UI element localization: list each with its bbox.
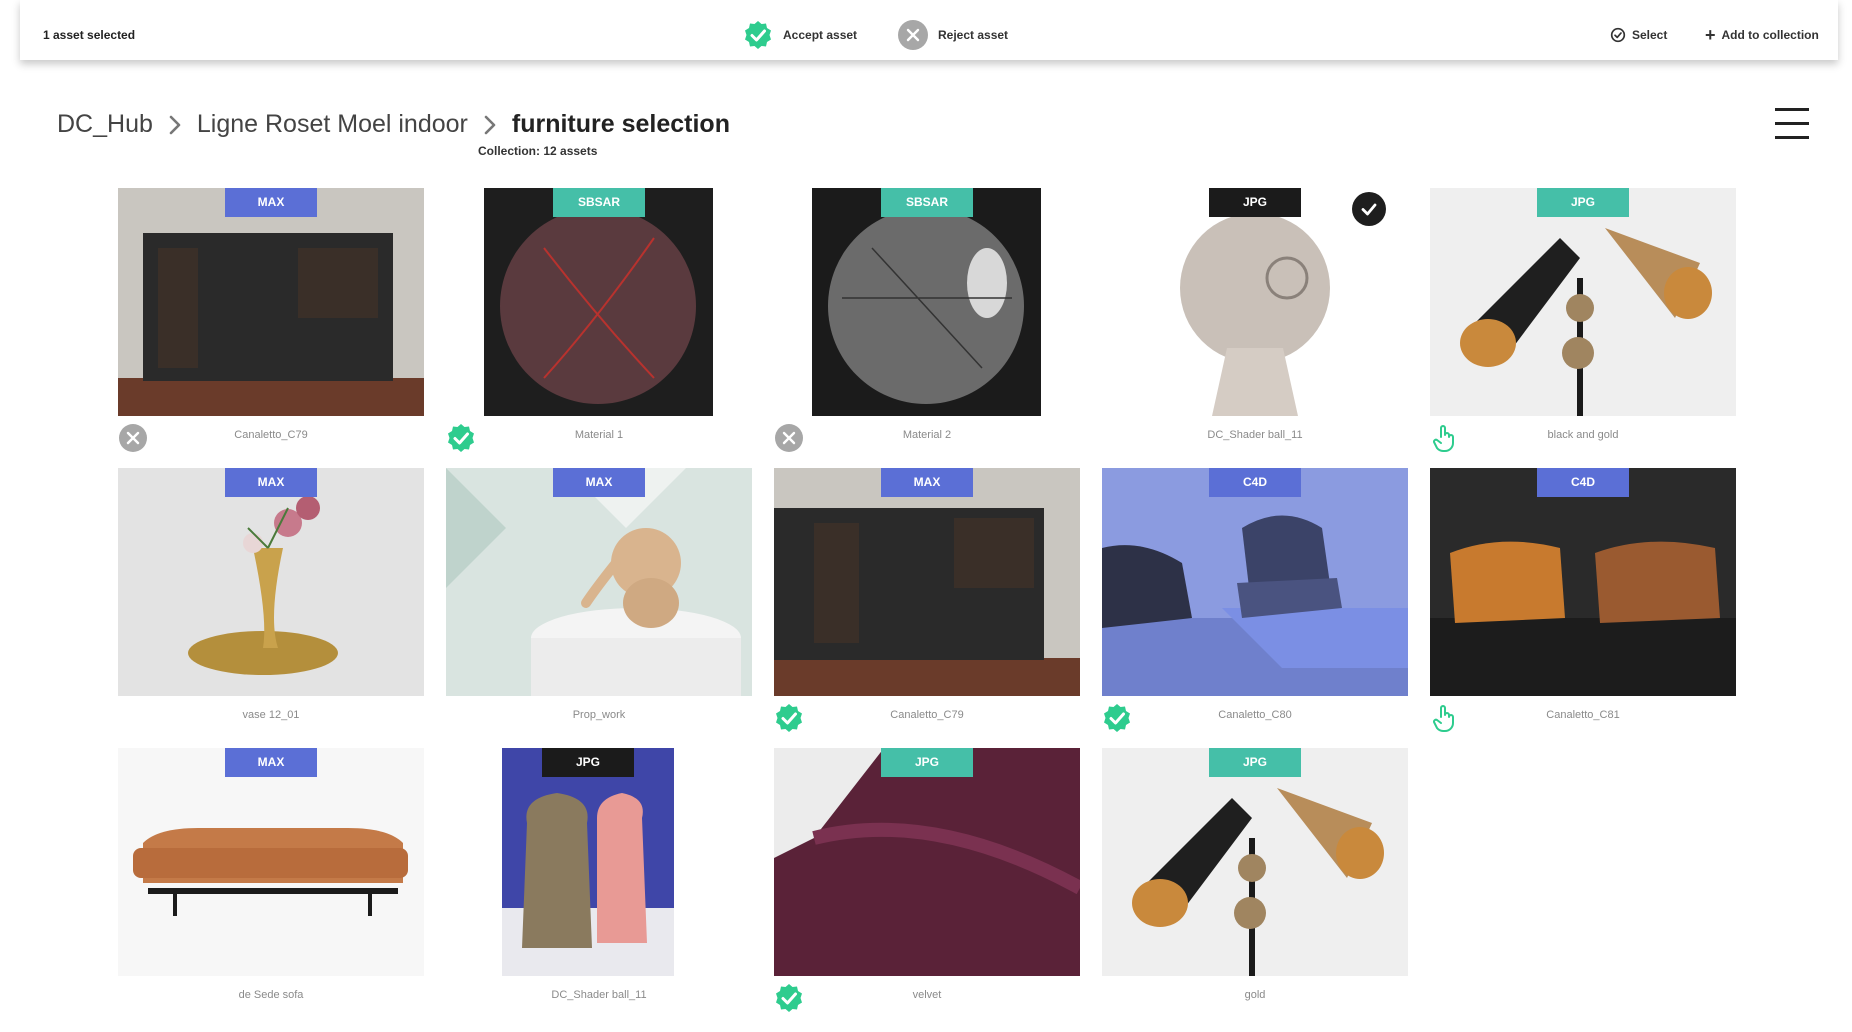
asset-card[interactable]: MAX Canaletto_C79 (118, 188, 424, 452)
asset-card[interactable]: JPG DC_Shader ball_11 (1102, 188, 1408, 446)
asset-card[interactable]: JPG DC_Shader ball_11 (446, 748, 752, 1006)
reject-asset-label: Reject asset (938, 28, 1009, 42)
asset-name: Material 2 (902, 429, 952, 441)
asset-thumbnail[interactable]: C4D (1430, 468, 1736, 696)
format-badge: JPG (1209, 188, 1301, 217)
breadcrumb-item-collection-parent[interactable]: Ligne Roset Moel indoor (197, 110, 468, 139)
format-badge: C4D (1537, 468, 1629, 497)
plus-icon: + (1705, 25, 1716, 45)
reject-asset-button[interactable]: Reject asset (898, 20, 1008, 50)
asset-card[interactable]: C4D Canaletto_C80 (1102, 468, 1408, 732)
asset-card[interactable]: JPG velvet (774, 748, 1080, 1012)
format-badge: C4D (1209, 468, 1301, 497)
asset-name: Prop_work (572, 709, 626, 721)
asset-thumbnail[interactable]: JPG (774, 748, 1080, 976)
breadcrumb: DC_Hub Ligne Roset Moel indoor furniture… (57, 110, 730, 139)
asset-card[interactable]: MAX Canaletto_C79 (774, 468, 1080, 732)
asset-name: black and gold (1547, 429, 1619, 441)
format-badge: MAX (225, 748, 317, 777)
select-button[interactable]: Select (1610, 20, 1667, 50)
format-badge: SBSAR (881, 188, 973, 217)
asset-name: DC_Shader ball_11 (1207, 429, 1303, 441)
asset-thumbnail[interactable]: JPG (1430, 188, 1736, 416)
format-badge: JPG (542, 748, 634, 777)
format-badge: JPG (881, 748, 973, 777)
asset-name: Material 1 (574, 429, 624, 441)
format-badge: SBSAR (553, 188, 645, 217)
format-badge: MAX (225, 468, 317, 497)
asset-thumbnail[interactable]: C4D (1102, 468, 1408, 696)
asset-thumbnail[interactable]: MAX (118, 188, 424, 416)
chevron-right-icon (169, 115, 181, 134)
asset-thumbnail[interactable]: JPG (502, 748, 674, 976)
asset-card[interactable]: JPG gold (1102, 748, 1408, 1006)
verified-check-icon (745, 21, 771, 49)
asset-card[interactable]: JPG black and gold (1430, 188, 1736, 452)
asset-thumbnail[interactable]: MAX (446, 468, 752, 696)
asset-thumbnail[interactable]: MAX (118, 468, 424, 696)
accept-asset-button[interactable]: Accept asset (743, 20, 857, 50)
asset-name: de Sede sofa (238, 989, 304, 1001)
select-label: Select (1632, 28, 1668, 42)
check-circle-icon (1610, 27, 1626, 43)
format-badge: JPG (1537, 188, 1629, 217)
asset-card[interactable]: MAX Prop_work (446, 468, 752, 726)
asset-card[interactable]: C4D Canaletto_C81 (1430, 468, 1736, 732)
selection-action-bar: 1 asset selected Accept asset Reject ass… (20, 0, 1838, 60)
asset-thumbnail[interactable]: MAX (774, 468, 1080, 696)
selected-check-icon[interactable] (1352, 192, 1386, 226)
page-title: furniture selection (511, 110, 730, 138)
asset-name: velvet (912, 989, 942, 1001)
add-to-collection-button[interactable]: + Add to collection (1705, 20, 1819, 50)
chevron-right-icon (484, 115, 496, 134)
asset-name: gold (1244, 989, 1266, 1001)
asset-card[interactable]: MAX de Sede sofa (118, 748, 424, 1006)
asset-card[interactable]: SBSAR Material 1 (446, 188, 752, 452)
format-badge: JPG (1209, 748, 1301, 777)
asset-name: Canaletto_C79 (890, 709, 964, 721)
asset-name: Canaletto_C79 (234, 429, 308, 441)
asset-card[interactable]: SBSAR Material 2 (774, 188, 1080, 452)
asset-thumbnail[interactable]: MAX (118, 748, 424, 976)
asset-name: Canaletto_C80 (1218, 709, 1292, 721)
asset-name: vase 12_01 (242, 709, 300, 721)
accept-asset-label: Accept asset (783, 28, 858, 42)
add-to-collection-label: Add to collection (1721, 28, 1819, 42)
asset-name: DC_Shader ball_11 (551, 989, 647, 1001)
asset-name: Canaletto_C81 (1546, 709, 1620, 721)
format-badge: MAX (553, 468, 645, 497)
breadcrumb-item-dc-hub[interactable]: DC_Hub (57, 110, 153, 139)
format-badge: MAX (225, 188, 317, 217)
close-circle-icon (898, 20, 928, 50)
asset-thumbnail[interactable]: SBSAR (812, 188, 1041, 416)
format-badge: MAX (881, 468, 973, 497)
selection-count: 1 asset selected (43, 28, 136, 42)
asset-thumbnail[interactable]: JPG (1102, 748, 1408, 976)
collection-asset-count: Collection: 12 assets (478, 144, 598, 158)
asset-card[interactable]: MAX vase 12_01 (118, 468, 424, 726)
asset-thumbnail[interactable]: SBSAR (484, 188, 713, 416)
hamburger-menu-icon[interactable] (1775, 108, 1809, 142)
